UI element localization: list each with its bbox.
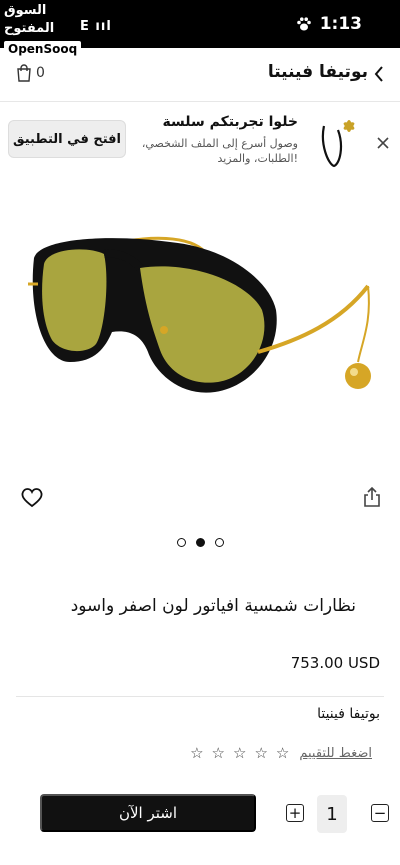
quantity-increase-button[interactable]: + (286, 804, 304, 822)
product-image[interactable] (0, 212, 400, 432)
signal-indicator: E ııl (80, 19, 112, 34)
image-carousel-dots (0, 538, 400, 550)
quantity-decrease-button[interactable]: − (371, 804, 389, 822)
star-icon[interactable]: ☆ (276, 744, 289, 762)
rating-row: ☆ ☆ ☆ ☆ ☆ اضغط للتقييم (190, 744, 382, 762)
buy-now-button[interactable]: اشتر الآن (40, 794, 256, 832)
brand-logo-icon (321, 120, 355, 168)
chevron-left-icon[interactable] (372, 64, 386, 84)
shopping-bag-icon (17, 64, 31, 82)
star-icon[interactable]: ☆ (190, 744, 203, 762)
product-name: نظارات شمسية افياتور لون اصفر واسود (70, 596, 356, 616)
network-type: E (80, 19, 90, 34)
product-price: 753.00 USD (290, 654, 380, 672)
store-header: 0 بوتيفا فينيتا (0, 48, 400, 102)
divider (16, 696, 384, 697)
star-rating[interactable]: ☆ ☆ ☆ ☆ ☆ (190, 744, 289, 762)
close-icon[interactable] (376, 136, 390, 150)
cart-count: 0 (36, 65, 45, 81)
carousel-dot[interactable] (214, 538, 224, 547)
app-banner: افتح في التطبيق خلوا تجربتكم سلسة وصول أ… (0, 102, 400, 182)
status-right: 1:13 (296, 14, 362, 34)
brand-name[interactable]: بوتيفا فينيتا (317, 706, 380, 722)
store-title[interactable]: بوتيفا فينيتا (268, 62, 368, 82)
star-icon[interactable]: ☆ (233, 744, 246, 762)
quantity-value[interactable]: 1 (317, 795, 347, 833)
clock: 1:13 (319, 14, 362, 34)
signal-bars-icon: ııl (89, 19, 112, 34)
heart-icon[interactable] (20, 486, 44, 508)
star-icon[interactable]: ☆ (212, 744, 225, 762)
share-icon[interactable] (362, 486, 382, 508)
carousel-dot[interactable] (176, 538, 186, 547)
status-bar: السوق المفتوح OpenSooq E ııl 1:13 (0, 0, 400, 57)
carousel-dot-active[interactable] (195, 538, 205, 547)
star-icon[interactable]: ☆ (254, 744, 267, 762)
rate-link[interactable]: اضغط للتقييم (299, 746, 372, 761)
cart-button[interactable]: 0 (16, 64, 45, 82)
banner-subtitle: وصول أسرع إلى الملف الشخصي، الطلبات، وال… (141, 137, 298, 165)
open-in-app-button[interactable]: افتح في التطبيق (8, 120, 126, 158)
paw-icon (296, 17, 311, 31)
banner-title: خلوا تجربتكم سلسة (162, 114, 299, 130)
